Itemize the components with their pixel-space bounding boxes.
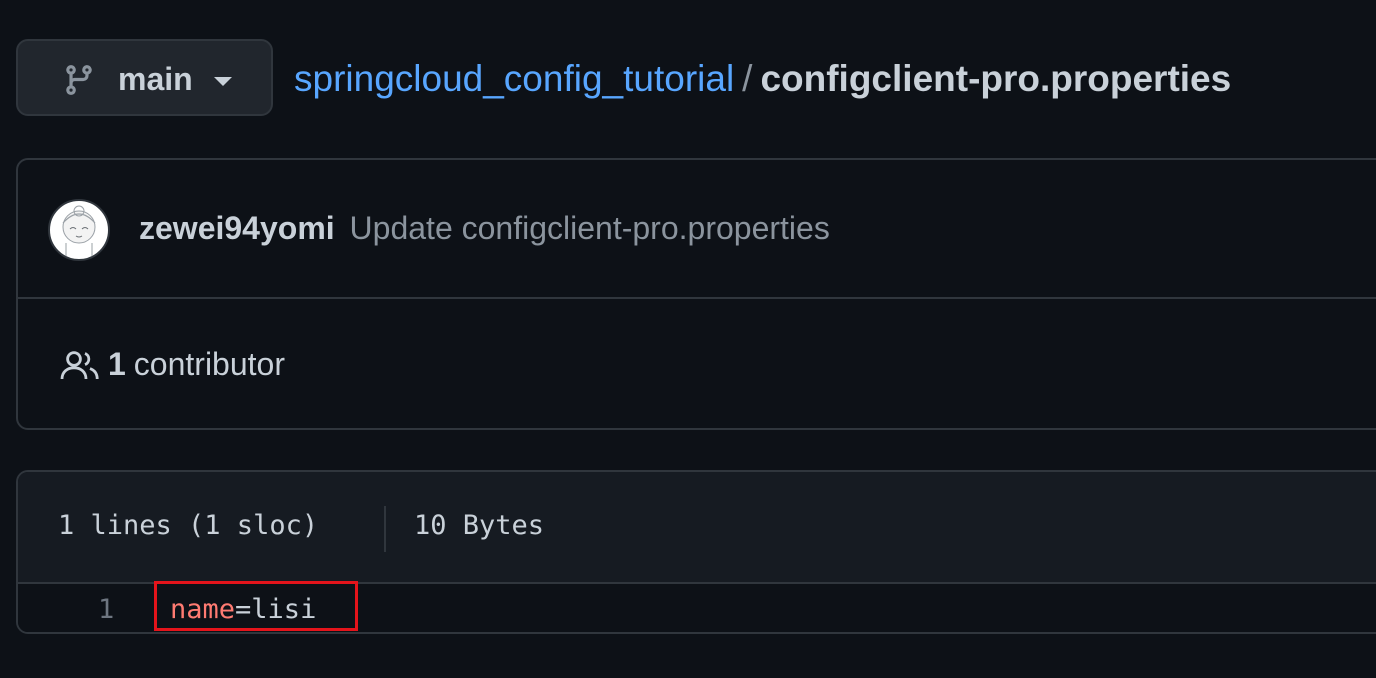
contributor-count: 1 [108,346,126,382]
file-info-header: 1 lines (1 sloc) 10 Bytes [18,472,1376,584]
breadcrumb-file-name: configclient-pro.properties [760,58,1232,99]
file-size: 10 Bytes [414,510,545,541]
avatar-face-icon [62,205,96,259]
code-text: name=lisi [170,594,316,625]
file-line-count: 1 lines (1 sloc) [58,510,319,541]
people-icon [60,350,99,379]
file-content-box: 1 lines (1 sloc) 10 Bytes 1 name=lisi [16,470,1376,634]
commit-message-link[interactable]: Update configclient-pro.properties [350,210,830,246]
latest-commit-box: zewei94yomi Update configclient-pro.prop… [16,158,1376,430]
commit-summary: zewei94yomi Update configclient-pro.prop… [139,210,830,247]
code-line: 1 name=lisi [18,581,1376,632]
file-info-divider [384,506,386,552]
branch-name: main [118,61,193,97]
avatar[interactable] [48,199,110,261]
contributors-link[interactable]: 1 contributor [60,346,285,383]
breadcrumb-separator: / [742,58,753,99]
code-operator: = [235,594,252,625]
breadcrumb-repo-link[interactable]: springcloud_config_tutorial [294,58,734,99]
contributor-label: contributor [133,346,285,382]
line-number[interactable]: 1 [98,594,114,625]
code-key: name [170,594,236,625]
commit-author-link[interactable]: zewei94yomi [139,210,335,246]
code-value: lisi [251,594,317,625]
file-view-page: main springcloud_config_tutorial / configc… [0,0,1376,678]
branch-selector-button[interactable]: main [16,39,273,116]
commit-row: zewei94yomi Update configclient-pro.prop… [18,160,1376,299]
chevron-down-icon [214,77,232,86]
breadcrumb: springcloud_config_tutorial / configclient… [294,56,1231,102]
git-branch-icon [66,65,92,95]
